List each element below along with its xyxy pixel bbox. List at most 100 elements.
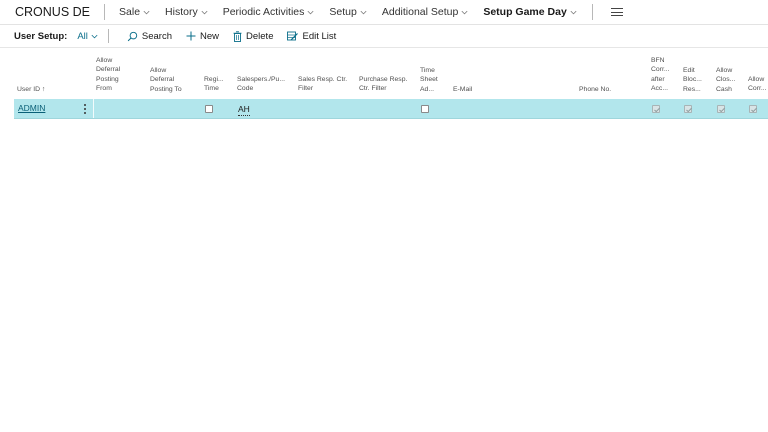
column-header-allow-deferral-to[interactable]: Allow Deferral Posting To bbox=[150, 66, 182, 94]
header-label: From bbox=[96, 85, 112, 93]
chevron-down-icon bbox=[201, 10, 208, 14]
header-label: Allow bbox=[748, 76, 765, 83]
nav-item-history[interactable]: History bbox=[165, 6, 209, 18]
header-label: Corr... bbox=[748, 85, 767, 93]
chevron-down-icon bbox=[307, 10, 314, 14]
delete-button[interactable]: Delete bbox=[233, 31, 273, 42]
nav-item-label: Setup bbox=[329, 6, 357, 18]
hamburger-menu-icon[interactable] bbox=[610, 8, 623, 16]
header-label: Ctr. Filter bbox=[359, 85, 387, 93]
header-label: Edit bbox=[683, 67, 695, 74]
nav-item-label: Periodic Activities bbox=[222, 6, 305, 18]
top-navigation: CRONUS DE Sale History Periodic Activiti… bbox=[0, 0, 768, 24]
column-header-edit-block[interactable]: Edit Bloc... Res... bbox=[683, 66, 702, 94]
nav-divider bbox=[104, 4, 106, 20]
column-header-allow-deferral-from[interactable]: Allow Deferral Posting From bbox=[96, 56, 120, 94]
edit-list-icon bbox=[287, 31, 299, 41]
nav-divider bbox=[591, 4, 593, 20]
nav-item-label: Sale bbox=[119, 6, 141, 18]
chevron-down-icon bbox=[570, 10, 577, 14]
chevron-down-icon bbox=[360, 10, 367, 14]
column-header-bfn-corr[interactable]: BFN Corr... after Acc... bbox=[651, 56, 670, 94]
nav-item-periodic-activities[interactable]: Periodic Activities bbox=[223, 6, 316, 18]
trash-icon bbox=[233, 30, 242, 42]
edit-block-checkbox[interactable] bbox=[684, 105, 692, 113]
nav-item-sale[interactable]: Sale bbox=[119, 6, 151, 18]
header-label: Res... bbox=[683, 85, 701, 93]
edit-list-button[interactable]: Edit List bbox=[287, 31, 336, 42]
column-header-allow-corr[interactable]: Allow Corr... bbox=[748, 75, 767, 94]
search-button[interactable]: Search bbox=[127, 31, 172, 42]
time-sheet-admin-checkbox[interactable] bbox=[421, 105, 429, 113]
allow-corr-checkbox[interactable] bbox=[749, 105, 757, 113]
column-header-phone[interactable]: Phone No. bbox=[579, 85, 611, 94]
edit-list-label: Edit List bbox=[302, 30, 337, 42]
column-header-time-sheet-admin[interactable]: Time Sheet Ad... bbox=[420, 66, 438, 94]
check-icon bbox=[719, 107, 725, 113]
nav-item-label: History bbox=[165, 6, 198, 18]
header-label: Allow bbox=[96, 57, 113, 64]
header-label: Regi... bbox=[204, 76, 224, 83]
chevron-down-icon bbox=[91, 34, 98, 38]
column-header-email[interactable]: E-Mail bbox=[453, 85, 472, 94]
user-id-link[interactable]: ADMIN bbox=[18, 99, 45, 118]
header-label: Deferral bbox=[96, 66, 121, 74]
column-header-register-time[interactable]: Regi... Time bbox=[204, 75, 224, 94]
header-label: Deferral bbox=[150, 76, 175, 84]
plus-icon bbox=[186, 31, 196, 41]
header-label: Corr... bbox=[651, 66, 670, 74]
column-header-salespers-code[interactable]: Salespers./Pu... Code bbox=[237, 75, 285, 94]
chevron-down-icon bbox=[461, 10, 468, 14]
column-header-sales-resp-filter[interactable]: Sales Resp. Ctr. Filter bbox=[298, 75, 347, 94]
header-label: Clos... bbox=[716, 76, 736, 84]
search-icon bbox=[127, 31, 138, 41]
register-time-checkbox[interactable] bbox=[205, 105, 213, 113]
nav-item-label: Setup Game Day bbox=[483, 6, 567, 18]
company-name[interactable]: CRONUS DE bbox=[0, 5, 104, 19]
header-label: after bbox=[651, 75, 665, 83]
check-icon bbox=[654, 107, 660, 113]
row-shadow bbox=[14, 118, 768, 119]
check-icon bbox=[686, 107, 692, 113]
nav-item-setup-game-day[interactable]: Setup Game Day bbox=[483, 6, 577, 18]
action-bar: User Setup: All Search New Delete Edit L… bbox=[0, 26, 768, 46]
header-label: Time bbox=[204, 85, 219, 93]
header-label: Time bbox=[420, 67, 435, 74]
header-label: BFN bbox=[651, 57, 665, 64]
new-label: New bbox=[200, 30, 220, 42]
header-label: Phone No. bbox=[579, 86, 612, 93]
row-actions-icon[interactable] bbox=[83, 104, 86, 114]
header-label: Posting To bbox=[150, 85, 182, 93]
column-divider bbox=[93, 99, 94, 118]
search-label: Search bbox=[141, 30, 172, 42]
allow-close-cash-checkbox[interactable] bbox=[717, 105, 725, 113]
action-divider bbox=[107, 29, 109, 43]
column-header-allow-close-cash[interactable]: Allow Clos... Cash bbox=[716, 66, 735, 94]
view-filter-dropdown[interactable]: All bbox=[77, 31, 99, 42]
header-label: Bloc... bbox=[683, 76, 702, 84]
column-header-purchase-resp-filter[interactable]: Purchase Resp. Ctr. Filter bbox=[359, 75, 407, 94]
chevron-down-icon bbox=[143, 10, 150, 14]
nav-item-setup[interactable]: Setup bbox=[329, 6, 367, 18]
header-label: Ad... bbox=[420, 85, 434, 93]
header-label: Posting bbox=[96, 75, 119, 83]
check-icon bbox=[751, 107, 757, 113]
header-label: Allow bbox=[150, 67, 167, 74]
header-label: Filter bbox=[298, 85, 314, 93]
column-header-user-id[interactable]: User ID ↑ bbox=[17, 85, 45, 94]
view-filter-label: All bbox=[77, 30, 88, 42]
header-label: E-Mail bbox=[453, 86, 473, 93]
nav-item-additional-setup[interactable]: Additional Setup bbox=[382, 6, 469, 18]
header-label: Allow bbox=[716, 67, 733, 74]
page-title: User Setup: bbox=[14, 30, 68, 42]
new-button[interactable]: New bbox=[186, 31, 219, 42]
header-label: User ID ↑ bbox=[17, 86, 46, 93]
header-label: Sheet bbox=[420, 76, 438, 84]
action-bar-divider bbox=[0, 47, 768, 48]
nav-divider-line bbox=[0, 24, 768, 25]
header-label: Purchase Resp. bbox=[359, 76, 408, 83]
salespers-code-value[interactable]: AH bbox=[238, 103, 250, 116]
bfn-corr-checkbox[interactable] bbox=[652, 105, 660, 113]
nav-item-label: Additional Setup bbox=[381, 6, 459, 18]
header-label: Acc... bbox=[651, 85, 668, 93]
